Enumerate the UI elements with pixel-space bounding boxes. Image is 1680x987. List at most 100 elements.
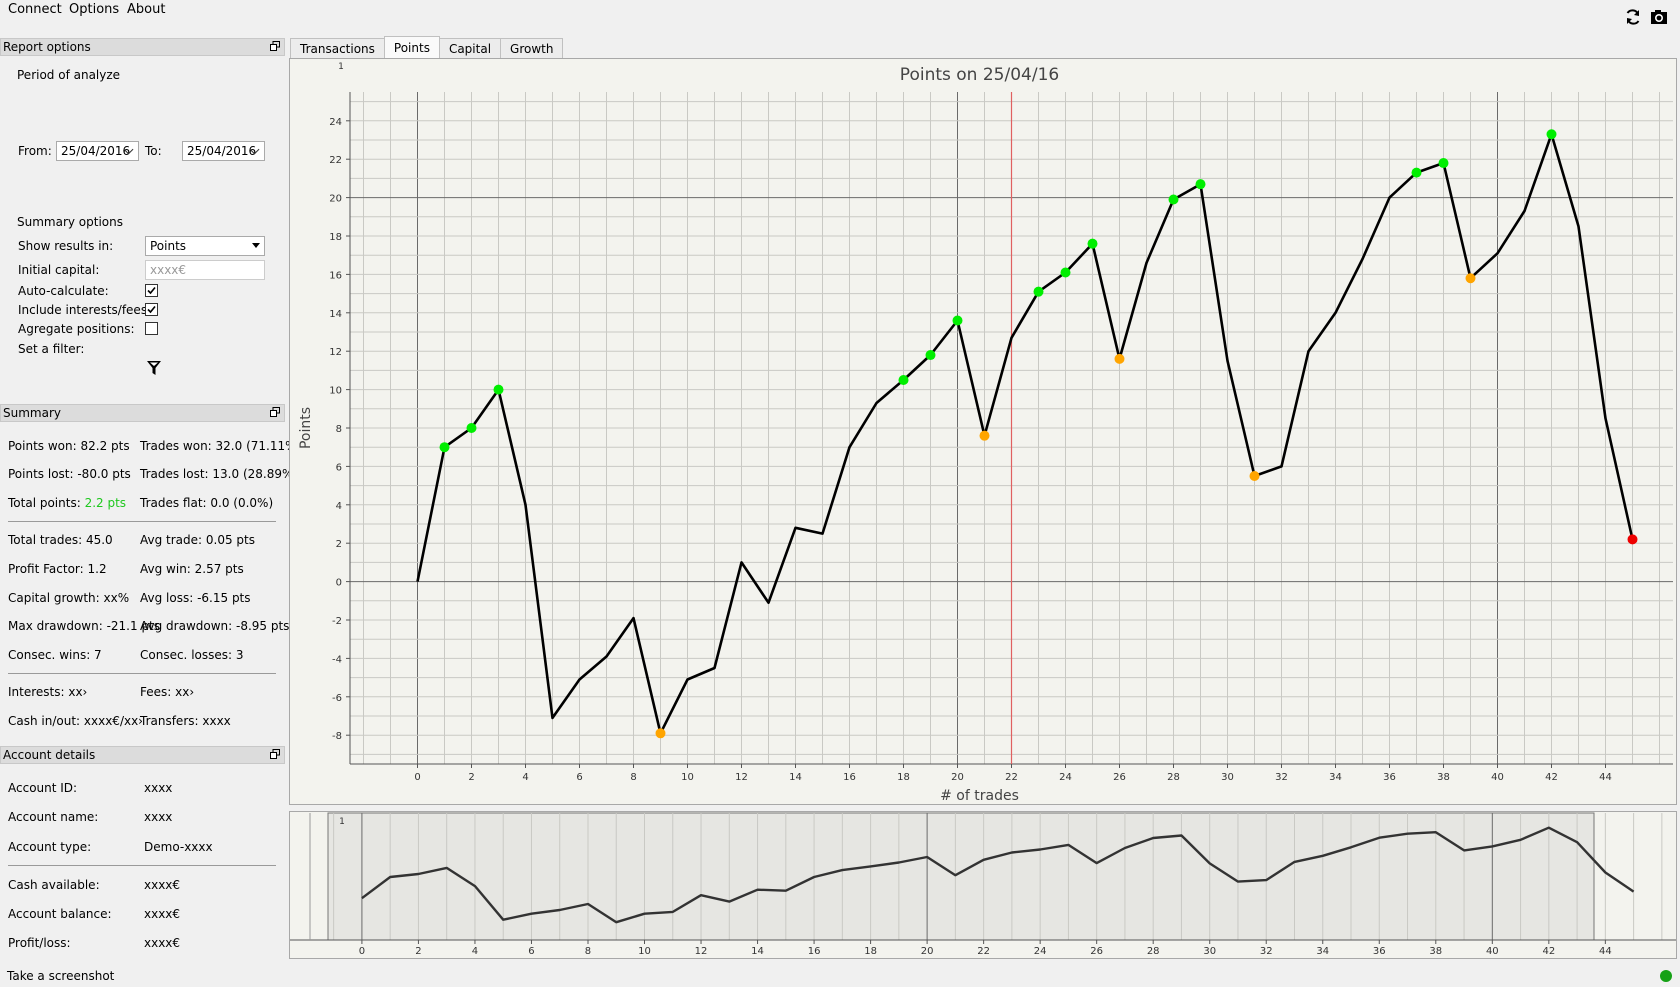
show-results-select[interactable]: Points	[145, 236, 265, 256]
summary-title: Summary	[0, 404, 285, 422]
total-points-value: 2.2 pts	[84, 496, 127, 510]
to-date-value: 25/04/2016	[187, 144, 257, 158]
corner-label: 1	[338, 62, 344, 72]
trade-marker-win	[898, 375, 909, 385]
mini-x-tick-label: 20	[921, 946, 934, 957]
x-tick-label: 6	[576, 772, 582, 783]
y-tick-label: 0	[336, 578, 342, 589]
connection-status-indicator	[1660, 970, 1672, 982]
account-id-value: xxxx	[144, 781, 173, 795]
account-name-value: xxxx	[144, 810, 173, 824]
mini-x-tick-label: 32	[1260, 946, 1273, 957]
mini-x-tick-label: 16	[808, 946, 821, 957]
x-tick-label: 38	[1437, 772, 1450, 783]
y-tick-label: -2	[332, 616, 342, 627]
menu-bar: Connect Options About	[0, 0, 1680, 25]
points-lost: Points lost: -80.0 pts	[8, 467, 131, 481]
from-date-field[interactable]: 25/04/2016	[56, 141, 139, 161]
mini-x-tick-label: 14	[751, 946, 764, 957]
to-label: To:	[145, 144, 162, 158]
y-tick-label: -8	[332, 731, 342, 742]
take-screenshot-label[interactable]: Take a screenshot	[7, 969, 114, 983]
consec-losses: Consec. losses: 3	[140, 648, 244, 662]
trade-marker-win	[1168, 194, 1179, 205]
to-date-field[interactable]: 25/04/2016	[182, 141, 265, 161]
account-details-title-text: Account details	[3, 748, 96, 762]
tab-transactions[interactable]: Transactions	[290, 38, 385, 58]
check-icon	[147, 286, 156, 295]
from-date-value: 25/04/2016	[61, 144, 131, 158]
trade-marker-win	[493, 384, 504, 395]
divider	[8, 865, 276, 866]
x-tick-label: 20	[951, 772, 964, 783]
menu-options[interactable]: Options	[69, 2, 119, 17]
trade-marker-loss	[1114, 353, 1125, 364]
trade-marker-win	[1438, 158, 1449, 169]
account-id-label: Account ID:	[8, 781, 78, 795]
mini-x-tick-label: 26	[1090, 946, 1103, 957]
report-options-title-text: Report options	[3, 40, 91, 54]
divider	[8, 673, 276, 674]
trade-marker-loss	[655, 728, 666, 739]
max-drawdown: Max drawdown: -21.1 pts	[8, 619, 161, 633]
y-tick-label: 12	[329, 347, 342, 358]
menu-about[interactable]: About	[127, 2, 165, 17]
mini-x-tick-label: 12	[695, 946, 708, 957]
float-icon[interactable]	[270, 749, 280, 759]
transfers: Transfers: xxxx	[140, 714, 231, 728]
x-tick-label: 28	[1167, 772, 1180, 783]
tab-growth[interactable]: Growth	[500, 38, 564, 58]
refresh-icon[interactable]	[1622, 6, 1644, 28]
x-tick-label: 16	[843, 772, 856, 783]
x-tick-label: 22	[1005, 772, 1018, 783]
period-label: Period of analyze	[17, 68, 121, 82]
total-trades: Total trades: 45.0	[8, 533, 113, 547]
account-details-title: Account details	[0, 746, 285, 764]
trades-lost: Trades lost: 13.0 (28.89%)	[140, 467, 299, 481]
x-tick-label: 4	[522, 772, 528, 783]
total-points-label: Total points:	[8, 496, 85, 510]
mini-x-tick-label: 4	[472, 946, 478, 957]
initial-capital-placeholder: xxxx€	[150, 263, 187, 277]
profit-factor: Profit Factor: 1.2	[8, 562, 107, 576]
mini-x-tick-label: 0	[359, 946, 365, 957]
points-chart[interactable]: -8-6-4-20246810121416182022240 2 4 6 8 10 12 14…	[290, 59, 1676, 804]
x-tick-label: 10	[681, 772, 694, 783]
x-tick-label: 44	[1599, 772, 1612, 783]
float-icon[interactable]	[270, 407, 280, 417]
x-tick-label: 42	[1545, 772, 1558, 783]
show-results-value: Points	[150, 239, 187, 253]
x-tick-label: 18	[897, 772, 910, 783]
cash-inout: Cash in/out: xxxx€/xx›	[8, 714, 143, 728]
tab-points[interactable]: Points	[383, 36, 440, 58]
mini-x-tick-label: 36	[1373, 946, 1386, 957]
auto-calculate-checkbox[interactable]	[145, 284, 158, 297]
mini-x-tick-label: 24	[1034, 946, 1047, 957]
initial-capital-input[interactable]: xxxx€	[145, 260, 265, 280]
camera-icon[interactable]	[1648, 6, 1670, 28]
include-interests-checkbox[interactable]	[145, 303, 158, 316]
tab-capital[interactable]: Capital	[438, 38, 502, 58]
trades-flat: Trades flat: 0.0 (0.0%)	[140, 496, 274, 510]
account-balance-value: xxxx€	[144, 907, 181, 921]
filter-icon[interactable]	[146, 360, 162, 376]
x-tick-label: 14	[789, 772, 802, 783]
trade-marker-win	[1546, 129, 1557, 140]
y-tick-label: 2	[336, 539, 342, 550]
x-tick-label: 0	[414, 772, 420, 783]
check-icon	[147, 305, 156, 314]
points-won: Points won: 82.2 pts	[8, 439, 130, 453]
y-tick-label: 16	[329, 270, 342, 281]
menu-connect[interactable]: Connect	[8, 2, 62, 17]
summary-options-label: Summary options	[17, 215, 124, 229]
overview-chart[interactable]: 0 2 4 6 8 10 12 14 16 18 20 22 24 26 28 30 32 34 36 38 40 42 4…	[290, 812, 1676, 958]
aggregate-checkbox[interactable]	[145, 322, 158, 335]
mini-corner-label: 1	[339, 817, 345, 827]
aggregate-label: Agregate positions:	[18, 322, 135, 336]
float-icon[interactable]	[270, 41, 280, 51]
overview-chart-frame: 0 2 4 6 8 10 12 14 16 18 20 22 24 26 28 30 32 34 36 38 40 42 4…	[289, 811, 1677, 959]
account-type-label: Account type:	[8, 840, 92, 854]
x-tick-label: 34	[1329, 772, 1342, 783]
y-tick-label: 18	[329, 232, 342, 243]
consec-wins: Consec. wins: 7	[8, 648, 102, 662]
